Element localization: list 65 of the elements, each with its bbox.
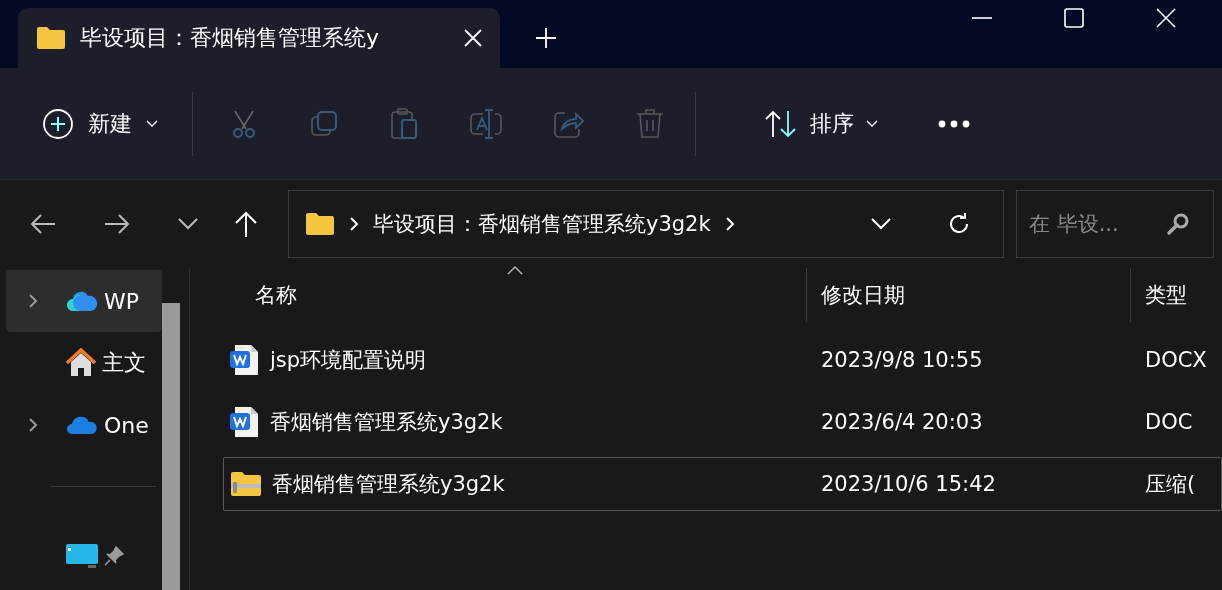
expand-chevron-icon[interactable] [28, 417, 38, 433]
file-name: jsp环境配置说明 [270, 347, 427, 374]
file-type: 压缩( [1145, 471, 1196, 498]
folder-icon [305, 212, 335, 236]
new-tab-icon[interactable] [536, 28, 556, 48]
file-type: DOC [1145, 410, 1193, 434]
sidebar-item[interactable]: 主文 [6, 332, 162, 394]
window-tab[interactable]: 毕设项目：香烟销售管理系统y [18, 8, 500, 68]
search-field[interactable]: 在 毕设... [1016, 190, 1214, 258]
zip-folder-icon [230, 471, 262, 497]
address-bar[interactable]: 毕设项目：香烟销售管理系统y3g2k [288, 190, 1004, 258]
modified-date: 2023/6/4 20:03 [821, 410, 983, 434]
clipboard-icon [389, 107, 419, 140]
file-type: DOCX [1145, 348, 1207, 372]
modified-date: 2023/9/8 10:55 [821, 348, 983, 372]
sidebar-label: 主文 [102, 349, 146, 377]
cloud-icon [66, 415, 98, 435]
sidebar-label: WP [104, 288, 140, 314]
chevron-icon[interactable] [349, 216, 359, 232]
tab-title: 毕设项目：香烟销售管理系统y [80, 24, 381, 52]
cloud-icon [66, 290, 98, 312]
desktop-icon [66, 544, 98, 568]
word-document-icon [230, 344, 260, 376]
close-icon[interactable] [1156, 8, 1176, 28]
rename-icon [469, 108, 503, 139]
sidebar-item[interactable]: One [6, 394, 162, 456]
sidebar-item[interactable]: WP [6, 270, 162, 332]
maximize-icon[interactable] [1064, 8, 1084, 28]
caret-icon [866, 119, 878, 128]
file-row[interactable]: 香烟销售管理系统y3g2k 2023/6/4 20:03 DOC [223, 391, 1222, 453]
caret-icon [146, 119, 158, 128]
modified-date: 2023/10/6 15:42 [821, 472, 996, 496]
file-name: 香烟销售管理系统y3g2k [270, 409, 503, 436]
word-document-icon [230, 406, 260, 438]
refresh-icon[interactable] [947, 212, 971, 236]
back-icon[interactable] [30, 213, 56, 235]
column-header[interactable]: 类型 [1130, 268, 1222, 322]
more-icon [938, 119, 970, 128]
column-header[interactable]: 名称 [223, 268, 806, 322]
file-row[interactable]: 香烟销售管理系统y3g2k 2023/10/6 15:42 压缩( [223, 457, 1222, 511]
folder-icon [36, 26, 66, 50]
chevron-icon[interactable] [724, 216, 735, 232]
recent-chevron-icon[interactable] [178, 218, 198, 230]
new-button[interactable]: 新建 [42, 107, 158, 140]
more-button[interactable] [938, 119, 970, 128]
column-header[interactable]: 修改日期 [806, 268, 1130, 322]
plus-circle-icon [42, 107, 74, 140]
scrollbar-thumb[interactable] [162, 303, 180, 590]
forward-icon[interactable] [104, 213, 130, 235]
sidebar-label: One [104, 412, 149, 438]
house-icon [66, 348, 96, 378]
up-icon[interactable] [234, 211, 258, 237]
history-dropdown-icon[interactable] [871, 218, 891, 230]
sort-button[interactable]: 排序 [764, 108, 878, 139]
trash-icon [635, 107, 665, 140]
close-tab-icon[interactable] [464, 29, 482, 47]
sort-arrows-icon [764, 108, 798, 139]
file-row[interactable]: jsp环境配置说明 2023/9/8 10:55 DOCX [223, 329, 1222, 391]
search-icon [1166, 212, 1190, 236]
pin-icon[interactable] [104, 546, 124, 566]
copy-icon [309, 108, 339, 139]
file-name: 香烟销售管理系统y3g2k [272, 471, 505, 498]
sort-caret-icon [506, 266, 523, 275]
breadcrumb[interactable]: 毕设项目：香烟销售管理系统y3g2k [373, 210, 711, 238]
expand-chevron-icon[interactable] [28, 293, 38, 309]
